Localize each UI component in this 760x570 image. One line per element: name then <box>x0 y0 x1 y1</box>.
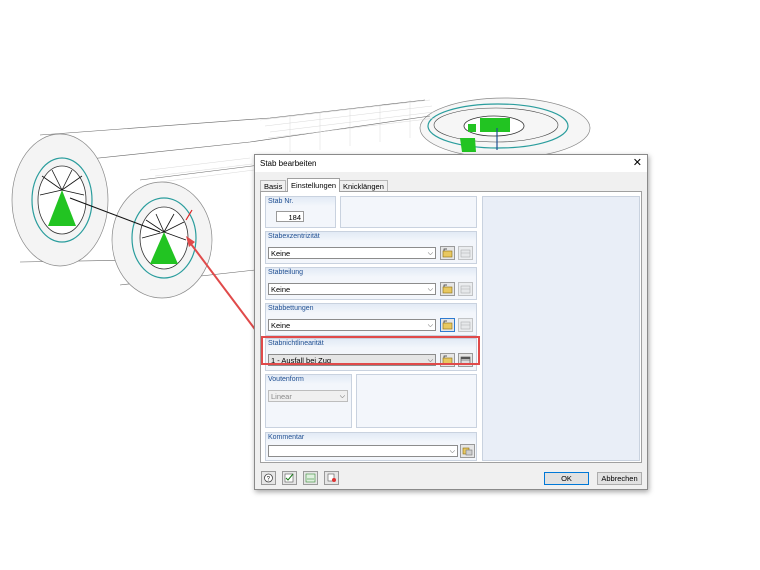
group-header: Stab Nr. <box>266 197 335 206</box>
ok-button[interactable]: OK <box>544 472 589 485</box>
chevron-down-icon: ⌵ <box>427 250 433 257</box>
edit-member-dialog: Stab bearbeiten ✕ Basis Einstellungen Kn… <box>254 154 648 490</box>
dialog-title: Stab bearbeiten <box>260 159 317 168</box>
group-division: Stabteilung Keine ⌵ <box>265 267 477 300</box>
chevron-down-icon: ⌵ <box>449 448 455 455</box>
display-mode-icon[interactable] <box>324 471 339 485</box>
edit-table-icon[interactable] <box>458 282 473 296</box>
group-eccentricity: Stabexzentrizität Keine ⌵ <box>265 231 477 264</box>
comment-select[interactable]: ⌵ <box>268 445 458 457</box>
foundation-select[interactable]: Keine ⌵ <box>268 319 436 331</box>
pipe-end-middle <box>111 181 213 299</box>
group-taper: Voutenform Linear ⌵ <box>265 374 352 428</box>
group-blank-taper <box>356 374 477 428</box>
group-blank-top <box>340 196 477 228</box>
title-bar: Stab bearbeiten ✕ <box>255 155 647 172</box>
new-folder-icon[interactable] <box>440 318 455 332</box>
edit-table-icon[interactable] <box>458 318 473 332</box>
units-icon[interactable] <box>303 471 318 485</box>
division-select[interactable]: Keine ⌵ <box>268 283 436 295</box>
chevron-down-icon: ⌵ <box>427 322 433 329</box>
new-folder-icon[interactable] <box>440 246 455 260</box>
settings-panel: Stab Nr. 184 Stabexzentrizität Keine ⌵ S… <box>260 191 642 463</box>
select-value: Keine <box>271 321 291 330</box>
group-foundations: Stabbettungen Keine ⌵ <box>265 303 477 336</box>
pipe-end-right <box>419 97 591 159</box>
check-edit-icon[interactable] <box>282 471 297 485</box>
eccentricity-select[interactable]: Keine ⌵ <box>268 247 436 259</box>
select-value: Keine <box>271 249 291 258</box>
new-folder-icon[interactable] <box>440 282 455 296</box>
edit-table-icon[interactable] <box>458 246 473 260</box>
group-header: Stabbettungen <box>266 304 476 313</box>
group-comment: Kommentar ⌵ <box>265 432 477 461</box>
callout-arrow <box>186 236 261 337</box>
tab-einstellungen[interactable]: Einstellungen <box>287 178 341 192</box>
highlight-frame <box>261 336 480 365</box>
group-header: Kommentar <box>266 433 476 442</box>
select-value: Linear <box>271 392 292 401</box>
select-value: Keine <box>271 285 291 294</box>
group-header: Stabteilung <box>266 268 476 277</box>
group-header: Voutenform <box>266 375 351 384</box>
comment-library-icon[interactable] <box>460 444 475 458</box>
chevron-down-icon: ⌵ <box>427 286 433 293</box>
taper-select[interactable]: Linear ⌵ <box>268 390 348 402</box>
pipe-end-left <box>11 133 109 267</box>
chevron-down-icon: ⌵ <box>339 393 345 400</box>
group-header: Stabexzentrizität <box>266 232 476 241</box>
dialog-footer: ? OK Abbrechen <box>255 465 647 489</box>
member-number-field[interactable]: 184 <box>276 211 304 222</box>
cancel-button[interactable]: Abbrechen <box>597 472 642 485</box>
group-stab-nr: Stab Nr. 184 <box>265 196 336 228</box>
preview-area <box>482 196 640 461</box>
help-icon[interactable]: ? <box>261 471 276 485</box>
close-icon[interactable]: ✕ <box>633 157 642 169</box>
